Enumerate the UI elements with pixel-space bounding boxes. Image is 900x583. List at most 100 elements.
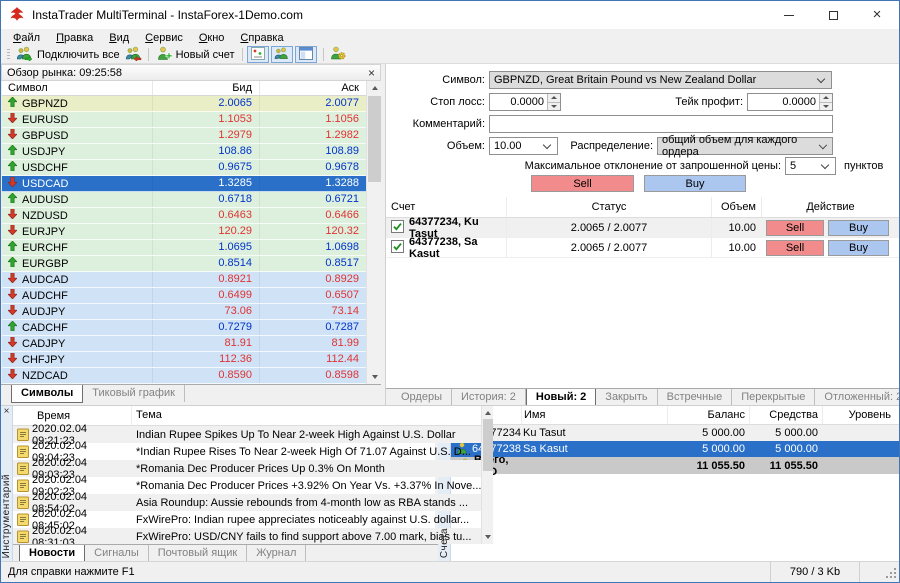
column-equity[interactable]: Средства bbox=[749, 406, 822, 424]
scroll-up-icon[interactable] bbox=[482, 406, 493, 420]
market-watch-row[interactable]: CHFJPY112.36112.44 bbox=[2, 352, 366, 368]
market-watch-row[interactable]: EURCHF1.06951.0698 bbox=[2, 240, 366, 256]
menu-help[interactable]: Справка bbox=[232, 29, 291, 46]
sell-button[interactable]: Sell bbox=[531, 175, 634, 192]
market-watch-row[interactable]: NZDUSD0.64630.6466 bbox=[2, 208, 366, 224]
menu-service[interactable]: Сервис bbox=[137, 29, 191, 46]
tab-new[interactable]: Новый: 2 bbox=[526, 388, 596, 405]
row-sell-button[interactable]: Sell bbox=[766, 240, 824, 256]
market-watch-row[interactable]: CADJPY81.9181.99 bbox=[2, 336, 366, 352]
disconnect-all-button[interactable] bbox=[123, 46, 144, 63]
scroll-thumb[interactable] bbox=[483, 419, 493, 471]
deviation-combo[interactable]: 5 bbox=[785, 157, 836, 175]
market-watch-row[interactable]: AUDCHF0.64990.6507 bbox=[2, 288, 366, 304]
market-watch-close-icon[interactable]: × bbox=[368, 68, 375, 78]
minimize-button[interactable] bbox=[767, 1, 811, 29]
column-volume[interactable]: Объем bbox=[711, 197, 761, 217]
spin-up-icon[interactable] bbox=[548, 94, 560, 103]
market-watch-scrollbar[interactable] bbox=[366, 81, 381, 384]
account-checkbox[interactable] bbox=[391, 240, 404, 256]
market-watch-row[interactable]: AUDJPY73.0673.14 bbox=[2, 304, 366, 320]
comment-field[interactable] bbox=[489, 115, 833, 133]
account-row[interactable]: 64377234Ku Tasut5 000.005 000.00 bbox=[451, 425, 899, 441]
column-time[interactable]: Время bbox=[13, 410, 131, 422]
menu-window[interactable]: Окно bbox=[191, 29, 233, 46]
bid-value: 0.6463 bbox=[152, 208, 259, 223]
news-topic: FxWirePro: USD/CNY fails to find support… bbox=[131, 531, 481, 543]
new-account-button[interactable]: Новый счет bbox=[153, 46, 238, 63]
tab-symbols[interactable]: Символы bbox=[11, 384, 83, 403]
market-watch-row[interactable]: AUDUSD0.67180.6721 bbox=[2, 192, 366, 208]
market-watch-row[interactable]: GBPNZD2.00652.0077 bbox=[2, 96, 366, 112]
maximize-button[interactable] bbox=[811, 1, 855, 29]
tab-counter[interactable]: Встречные bbox=[658, 389, 733, 405]
spin-up-icon[interactable] bbox=[820, 94, 832, 103]
spin-down-icon[interactable] bbox=[548, 103, 560, 111]
column-name[interactable]: Имя bbox=[521, 406, 667, 424]
column-account[interactable]: Счет bbox=[386, 201, 506, 213]
row-sell-button[interactable]: Sell bbox=[766, 220, 824, 236]
news-scrollbar[interactable] bbox=[481, 406, 493, 544]
tab-tick-chart[interactable]: Тиковый график bbox=[83, 385, 185, 402]
account-status: 2.0065 / 2.0077 bbox=[506, 218, 711, 237]
news-row[interactable]: 2020.02.04 08:31:03FxWirePro: USD/CNY fa… bbox=[13, 528, 481, 544]
column-bid[interactable]: Бид bbox=[152, 81, 259, 95]
account-settings-button[interactable] bbox=[328, 46, 348, 63]
tab-close[interactable]: Закрыть bbox=[596, 389, 657, 405]
column-balance[interactable]: Баланс bbox=[667, 406, 749, 424]
account-checkbox[interactable] bbox=[391, 220, 404, 236]
buy-button[interactable]: Buy bbox=[644, 175, 746, 192]
toggle-toolbox-button[interactable] bbox=[295, 46, 317, 63]
column-ask[interactable]: Аск bbox=[259, 81, 366, 95]
toggle-accounts-button[interactable] bbox=[271, 46, 293, 63]
menu-edit[interactable]: Правка bbox=[48, 29, 101, 46]
symbol-combo[interactable]: GBPNZD, Great Britain Pound vs New Zeala… bbox=[489, 71, 832, 89]
resize-grip[interactable] bbox=[884, 566, 897, 582]
toolbox-close-icon[interactable]: × bbox=[4, 407, 10, 417]
close-button[interactable]: × bbox=[855, 1, 899, 29]
ask-value: 0.6721 bbox=[259, 192, 366, 207]
scroll-thumb[interactable] bbox=[368, 96, 381, 182]
scroll-up-icon[interactable] bbox=[367, 81, 381, 95]
take-profit-stepper[interactable]: 0.0000 bbox=[747, 93, 833, 111]
column-action[interactable]: Действие bbox=[761, 197, 899, 217]
market-watch-row[interactable]: AUDCAD0.89210.8929 bbox=[2, 272, 366, 288]
row-buy-button[interactable]: Buy bbox=[828, 240, 889, 256]
market-watch-row[interactable]: EURJPY120.29120.32 bbox=[2, 224, 366, 240]
column-topic[interactable]: Тема bbox=[131, 406, 481, 425]
tab-signals[interactable]: Сигналы bbox=[85, 545, 149, 561]
distribution-combo[interactable]: общий объем для каждого ордера bbox=[657, 137, 833, 155]
trade-account-row[interactable]: 64377238, Sa Kasut2.0065 / 2.007710.00Se… bbox=[386, 238, 899, 258]
market-watch-row[interactable]: EURUSD1.10531.1056 bbox=[2, 112, 366, 128]
tab-pending[interactable]: Отложенный: 2 bbox=[815, 389, 899, 405]
market-watch-row[interactable]: USDCAD1.32851.3288 bbox=[2, 176, 366, 192]
toolbar-grip[interactable] bbox=[7, 49, 10, 61]
market-watch-row[interactable]: CADCHF0.72790.7287 bbox=[2, 320, 366, 336]
tab-orders[interactable]: Ордеры bbox=[392, 389, 452, 405]
column-level[interactable]: Уровень bbox=[822, 406, 899, 424]
market-watch-row[interactable]: GBPUSD1.29791.2982 bbox=[2, 128, 366, 144]
bid-value: 73.06 bbox=[152, 304, 259, 319]
tab-mailbox[interactable]: Почтовый ящик bbox=[149, 545, 247, 561]
tab-news[interactable]: Новости bbox=[19, 544, 85, 561]
comment-label: Комментарий: bbox=[386, 115, 485, 133]
connect-all-button[interactable]: Подключить все bbox=[13, 46, 123, 63]
row-buy-button[interactable]: Buy bbox=[828, 220, 889, 236]
market-watch-row[interactable]: NZDCAD0.85900.8598 bbox=[2, 368, 366, 384]
disconnect-all-icon bbox=[125, 46, 142, 64]
tab-journal[interactable]: Журнал bbox=[247, 545, 306, 561]
tab-hedged[interactable]: Перекрытые bbox=[732, 389, 815, 405]
stop-loss-stepper[interactable]: 0.0000 bbox=[489, 93, 561, 111]
market-watch-row[interactable]: USDJPY108.86108.89 bbox=[2, 144, 366, 160]
market-watch-row[interactable]: EURGBP0.85140.8517 bbox=[2, 256, 366, 272]
market-watch-row[interactable]: USDCHF0.96750.9678 bbox=[2, 160, 366, 176]
column-symbol[interactable]: Символ bbox=[2, 82, 152, 94]
scroll-down-icon[interactable] bbox=[367, 370, 381, 384]
spin-down-icon[interactable] bbox=[820, 103, 832, 111]
toggle-market-watch-button[interactable] bbox=[247, 46, 269, 63]
menu-file[interactable]: Файл bbox=[5, 29, 48, 46]
menu-view[interactable]: Вид bbox=[101, 29, 137, 46]
scroll-down-icon[interactable] bbox=[482, 530, 493, 544]
column-status[interactable]: Статус bbox=[506, 197, 711, 217]
tab-history[interactable]: История: 2 bbox=[452, 389, 526, 405]
